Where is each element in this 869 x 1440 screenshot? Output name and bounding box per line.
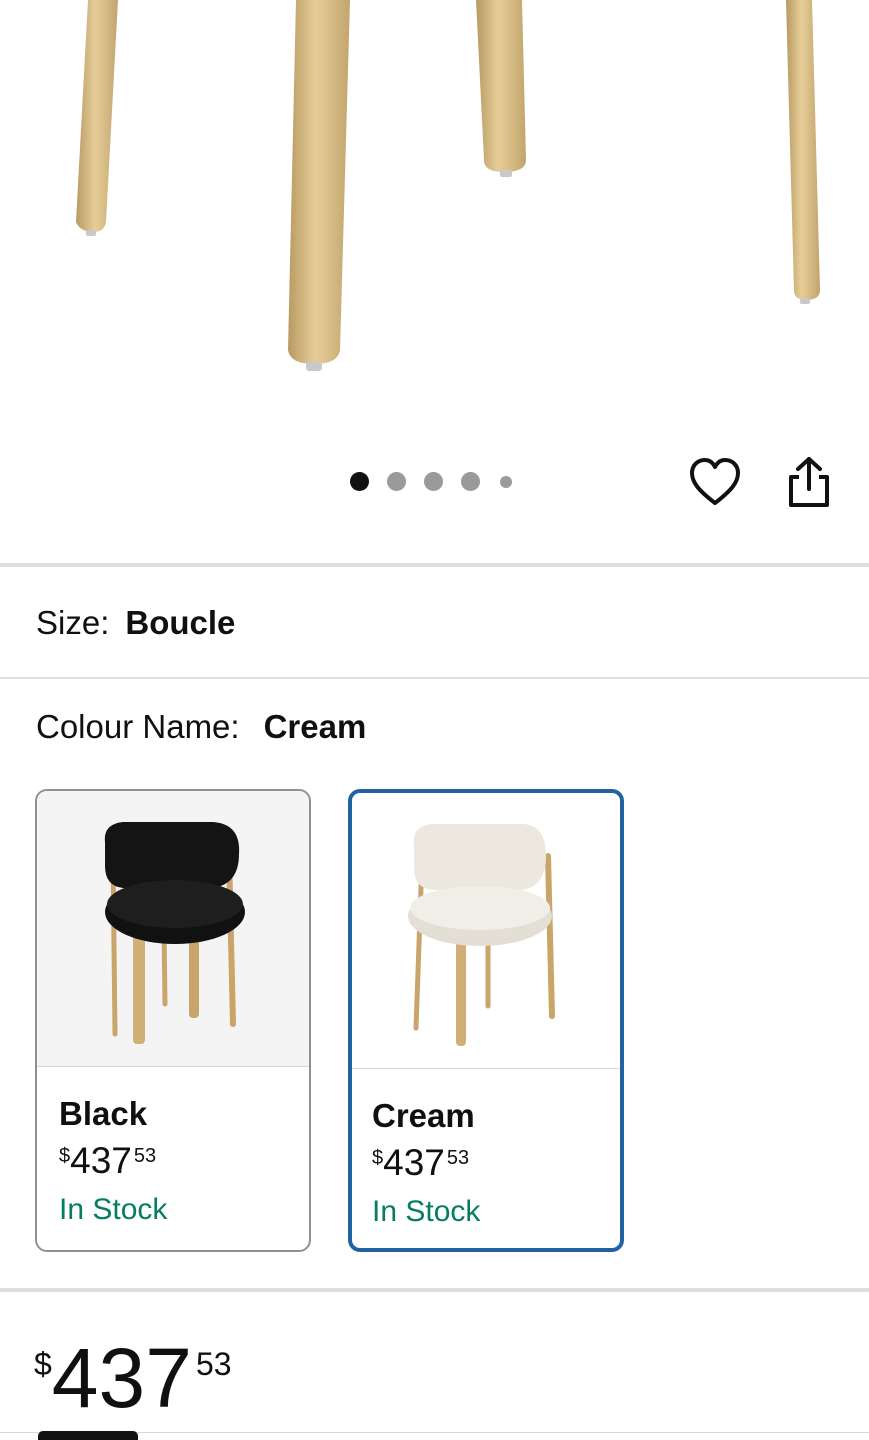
cream-chair-image (408, 823, 555, 1046)
price-fraction: 53 (195, 1346, 232, 1382)
swatch-image (37, 791, 309, 1067)
price-currency: $ (372, 1147, 384, 1169)
stock-status: In Stock (59, 1193, 168, 1226)
size-selector[interactable]: Size: Boucle (36, 604, 235, 642)
swatch-price: $ 437 53 (372, 1141, 620, 1185)
stock-status: In Stock (372, 1195, 481, 1228)
price-fraction: 53 (133, 1145, 157, 1167)
colour-selector-header: Colour Name: Cream (36, 708, 366, 746)
heart-icon (690, 458, 740, 505)
share-icon (789, 457, 829, 507)
black-chair-image (104, 821, 245, 1044)
carousel-dot[interactable] (461, 472, 480, 491)
swatch-cream[interactable]: Cream $ 437 53 In Stock (348, 789, 624, 1252)
chair-legs-image (76, 0, 820, 371)
carousel-dot[interactable] (350, 472, 369, 491)
price-whole: 437 (383, 1142, 445, 1183)
section-divider (0, 677, 869, 679)
product-image[interactable] (0, 0, 869, 440)
swatch-black[interactable]: Black $ 437 53 In Stock (35, 789, 311, 1252)
swatch-name: Black (59, 1095, 148, 1132)
bottom-tab (38, 1431, 138, 1440)
carousel-dots[interactable] (350, 472, 530, 491)
size-label: Size: (36, 604, 110, 641)
section-divider (0, 563, 869, 567)
price-fraction: 53 (446, 1147, 470, 1169)
section-divider (0, 1288, 869, 1292)
carousel-dot[interactable] (424, 472, 443, 491)
price-whole: 437 (51, 1331, 192, 1425)
price-currency: $ (34, 1346, 52, 1382)
carousel-dot[interactable] (387, 472, 406, 491)
colour-label: Colour Name: (36, 708, 240, 745)
share-button[interactable] (783, 455, 835, 511)
main-price: $ 437 53 (34, 1336, 232, 1420)
price-currency: $ (59, 1145, 71, 1167)
swatch-image (352, 793, 620, 1069)
swatch-name: Cream (372, 1097, 475, 1134)
size-value: Boucle (125, 604, 236, 641)
colour-value: Cream (263, 708, 367, 745)
price-whole: 437 (70, 1140, 132, 1181)
carousel-dot[interactable] (500, 475, 512, 488)
swatch-price: $ 437 53 (59, 1139, 309, 1183)
favorite-button[interactable] (688, 456, 742, 510)
